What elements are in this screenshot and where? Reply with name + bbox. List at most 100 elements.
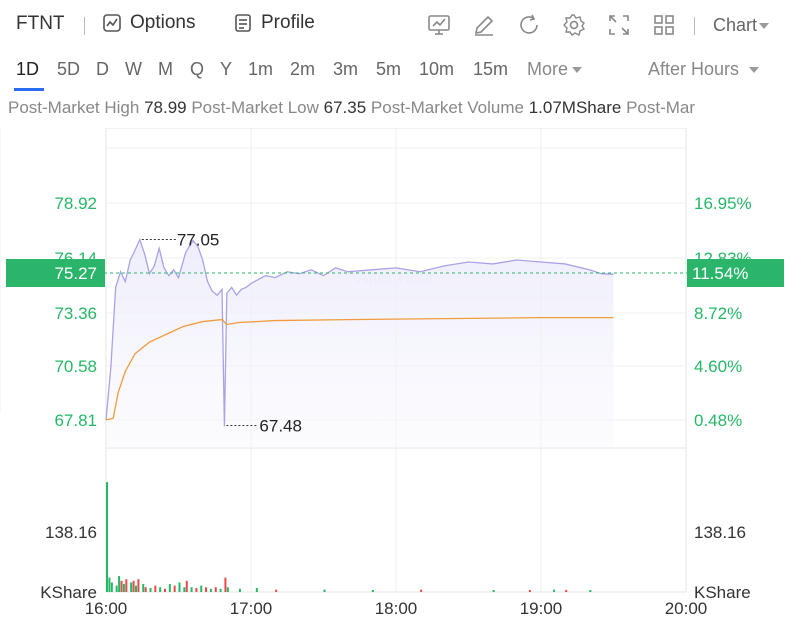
post-market-stats: Post-Market High 78.99 Post-Market Low 6… [8,98,790,118]
volume-bar [238,588,241,592]
volume-bar [255,588,258,592]
period-tab-5m[interactable]: 5m [376,59,401,80]
active-period-indicator [14,88,44,91]
volume-bar [553,589,556,592]
period-tab-3m[interactable]: 3m [333,59,358,80]
volume-bar [226,587,229,592]
volume-value: 1.07MShare [528,98,622,117]
volume-bar [159,587,162,592]
volume-bar [190,587,193,592]
period-tab-10m[interactable]: 10m [419,59,454,80]
chart-type-select[interactable]: Chart [713,15,770,36]
volume-bar [137,579,140,592]
options-button[interactable]: Options [102,12,195,34]
volume-bar [110,582,113,592]
period-tab-m[interactable]: M [158,59,173,80]
volume-bar [224,577,227,592]
volume-bar [108,577,111,592]
volume-bar [142,584,145,592]
ticker-symbol: FTNT [16,13,65,34]
price-tick-label: 70.58 [54,357,97,376]
options-label: Options [130,12,196,33]
volume-label: Post-Market Volume [370,98,524,117]
profile-button[interactable]: Profile [233,12,315,34]
price-tick-label: 73.36 [54,304,97,323]
period-tab-15m[interactable]: 15m [473,59,508,80]
trailing-label: Post-Mar [626,98,696,117]
volume-tick-left: 138.16 [45,523,97,542]
period-tab-q[interactable]: Q [190,59,204,80]
more-label: More [527,59,569,79]
refresh-icon[interactable] [517,13,541,37]
volume-bar [371,590,374,592]
volume-bar [195,588,198,592]
time-tick-label: 18:00 [375,599,418,618]
current-price-value: 75.27 [54,264,97,283]
volume-bar [132,580,135,592]
volume-bar [168,584,171,592]
volume-bar [183,587,186,592]
price-tick-label: 78.92 [54,194,97,213]
low-marker-label: 67.48 [259,416,302,435]
high-marker-label: 77.05 [177,231,220,250]
volume-bar [106,482,108,592]
session-label: After Hours [648,59,740,79]
period-tab-5d[interactable]: 5D [57,59,80,80]
low-value: 67.35 [323,98,367,117]
period-tab-y[interactable]: Y [220,59,232,80]
chevron-down-icon [749,66,760,73]
toolbar-separator [84,17,85,35]
high-label: Post-Market High [8,98,140,117]
volume-bar [125,579,128,592]
volume-bar [122,584,125,592]
period-tab-w[interactable]: W [125,59,142,80]
time-tick-label: 20:00 [665,599,708,618]
volume-bar [120,580,123,592]
volume-bar [214,587,217,592]
volume-bar [420,589,423,592]
volume-bar [149,588,152,592]
fullscreen-icon[interactable] [607,13,631,37]
volume-bar [185,580,188,592]
volume-bar [209,588,212,592]
volume-bar [219,588,222,592]
percent-tick-label: 0.48% [694,411,742,430]
period-tab-1m[interactable]: 1m [248,59,273,80]
low-label: Post-Market Low [191,98,319,117]
percent-tick-label: 8.72% [694,304,742,323]
top-toolbar: FTNT Options Profile Chart [0,0,790,50]
volume-bar [118,576,121,592]
volume-bar [200,585,203,592]
gear-icon[interactable] [562,13,586,37]
document-icon [235,14,251,32]
options-chart-icon [103,14,121,32]
chart-type-label: Chart [713,15,758,35]
time-tick-label: 17:00 [230,599,273,618]
session-select[interactable]: After Hours [648,59,760,80]
volume-bar [135,585,137,592]
time-tick-label: 16:00 [85,599,128,618]
volume-bar [205,587,208,592]
chevron-down-icon [572,66,583,73]
draw-pencil-icon[interactable] [472,13,496,37]
volume-bar [154,585,157,592]
volume-bar [528,590,531,592]
volume-bar [492,590,495,592]
period-tab-1d[interactable]: 1D [16,59,39,80]
volume-bar [565,590,568,592]
percent-tick-label: 4.60% [694,357,742,376]
volume-bar [275,589,278,592]
high-value: 78.99 [144,98,187,117]
period-tab-2m[interactable]: 2m [290,59,315,80]
time-tick-label: 19:00 [520,599,563,618]
indicator-icon[interactable] [427,13,451,37]
price-chart[interactable]: After Hour77.0567.4878.9276.1473.3670.58… [0,128,790,621]
more-periods-button[interactable]: More [527,59,583,80]
chevron-down-icon [759,22,770,29]
layout-grid-icon[interactable] [652,13,676,37]
price-tick-label: 67.81 [54,411,97,430]
period-tab-d[interactable]: D [96,59,109,80]
volume-bar [178,582,181,592]
volume-bar [144,587,147,592]
toolbar-separator [694,17,695,35]
